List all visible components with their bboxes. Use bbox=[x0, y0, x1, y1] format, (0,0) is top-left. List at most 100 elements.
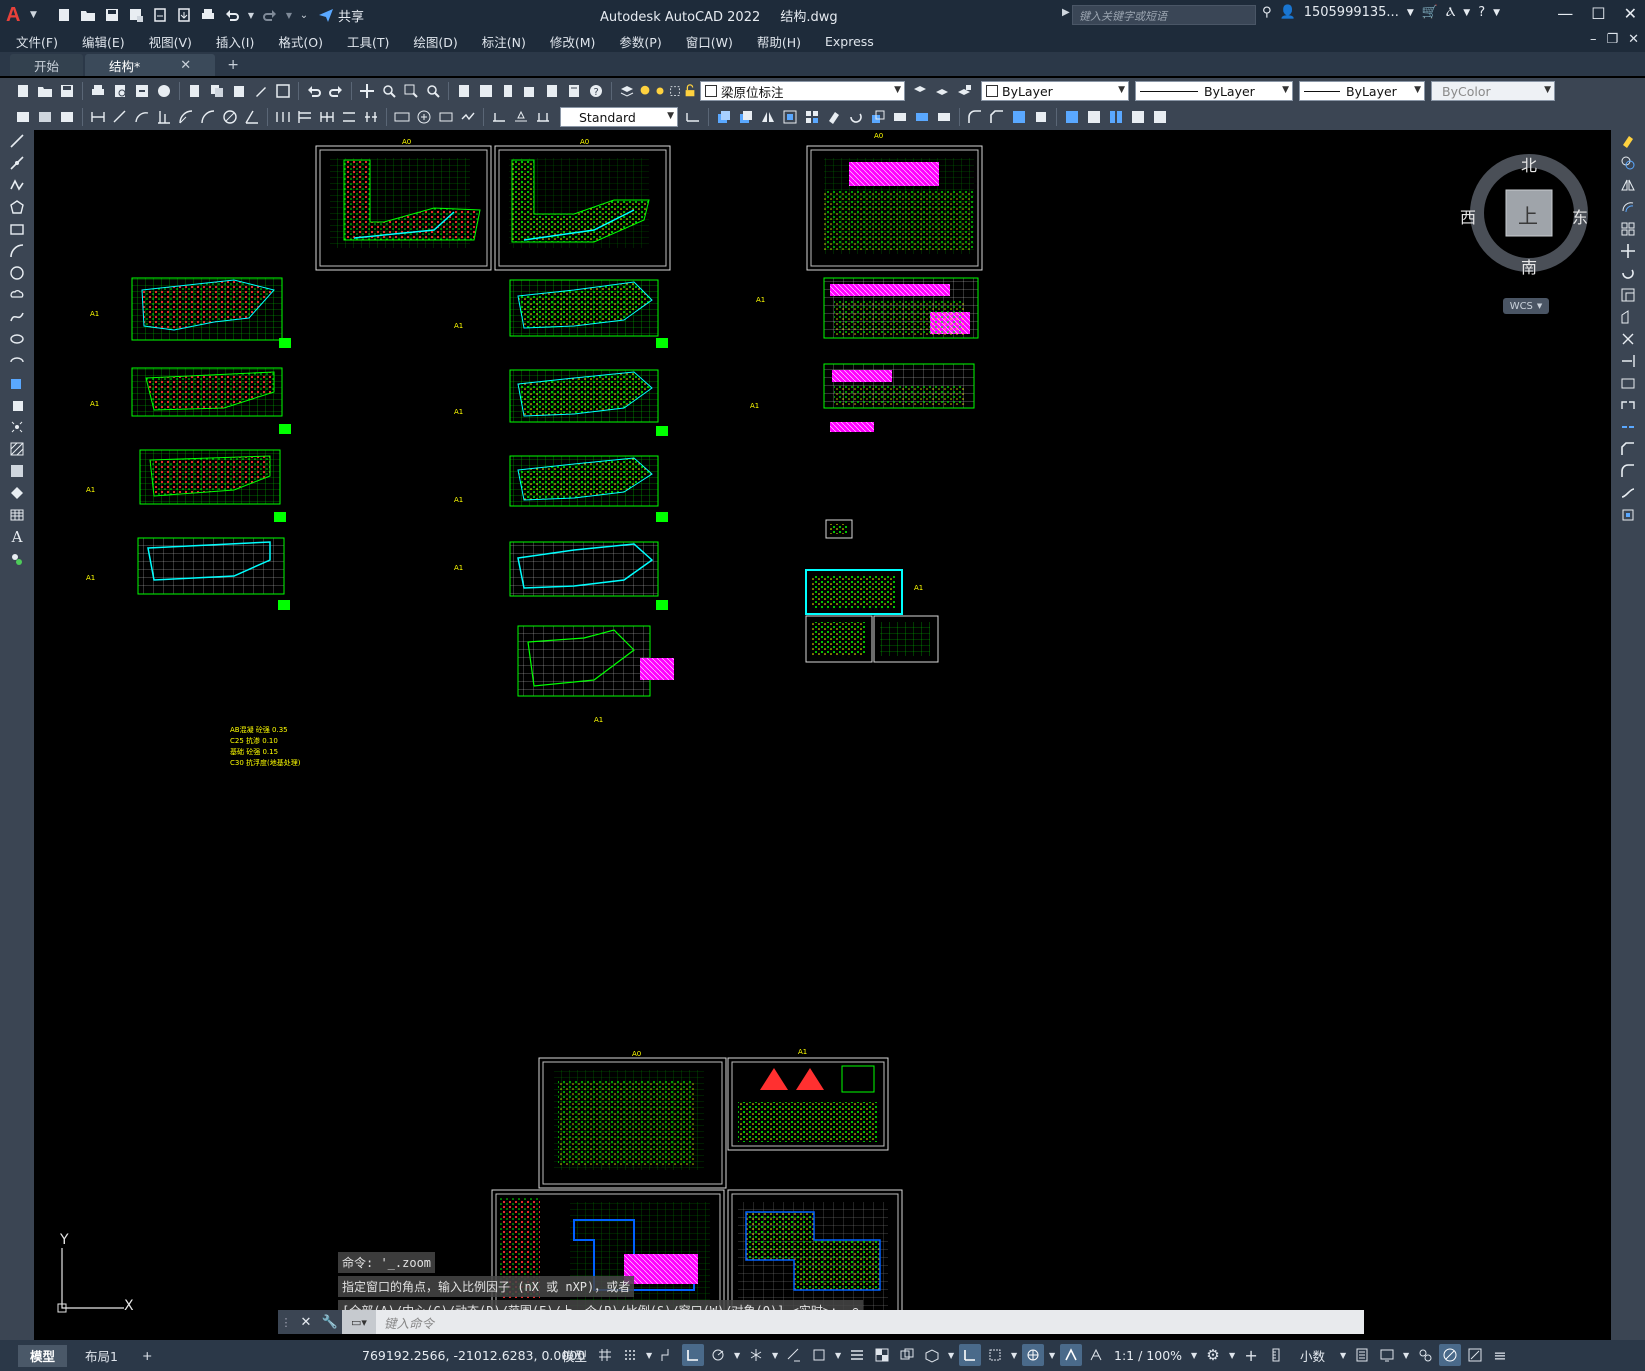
hatch-icon[interactable] bbox=[0, 438, 34, 460]
gizmo-icon[interactable] bbox=[1022, 1344, 1045, 1366]
dimension-text-edit-icon[interactable] bbox=[510, 107, 531, 127]
copy-object-icon[interactable] bbox=[735, 107, 756, 127]
break-icon[interactable] bbox=[1611, 394, 1645, 416]
object-snap-icon[interactable] bbox=[808, 1344, 830, 1366]
autodesk-app-icon[interactable]: Ⲁ bbox=[1446, 5, 1455, 20]
quick-dimension-icon[interactable] bbox=[272, 107, 293, 127]
zoom-realtime-icon[interactable] bbox=[378, 81, 399, 101]
open-file-icon[interactable] bbox=[78, 6, 98, 24]
text-style-icon[interactable] bbox=[56, 107, 77, 127]
extend-icon[interactable] bbox=[1611, 350, 1645, 372]
zoom-previous-icon[interactable] bbox=[422, 81, 443, 101]
command-line-grip-icon[interactable]: ⋮ bbox=[278, 1310, 294, 1334]
rectangle-icon[interactable] bbox=[0, 218, 34, 240]
dimension-break-icon[interactable] bbox=[360, 107, 381, 127]
trim-icon[interactable] bbox=[1611, 328, 1645, 350]
scale-icon[interactable] bbox=[867, 107, 888, 127]
tab-start[interactable]: 开始 bbox=[10, 54, 84, 76]
layer-properties-icon[interactable] bbox=[616, 81, 637, 101]
help-icon[interactable]: ? bbox=[585, 81, 606, 101]
baseline-dimension-icon[interactable] bbox=[294, 107, 315, 127]
make-block-icon[interactable] bbox=[0, 394, 34, 416]
menu-help[interactable]: 帮助(H) bbox=[757, 32, 801, 51]
edit-text-icon[interactable] bbox=[12, 107, 33, 127]
close-command-line-icon[interactable]: ✕ bbox=[294, 1310, 318, 1334]
table-icon[interactable] bbox=[0, 504, 34, 526]
auto-scale-icon[interactable] bbox=[1085, 1344, 1107, 1366]
annotation-visibility-icon[interactable] bbox=[1060, 1344, 1083, 1366]
3d-print-icon[interactable] bbox=[153, 81, 174, 101]
block-editor-icon[interactable] bbox=[272, 81, 293, 101]
add-selected-icon[interactable] bbox=[0, 548, 34, 570]
break-at-point-icon[interactable] bbox=[1611, 372, 1645, 394]
viewcube-top-face[interactable]: 上 bbox=[1518, 200, 1538, 229]
offset-icon[interactable] bbox=[779, 107, 800, 127]
match-properties-icon[interactable] bbox=[250, 81, 271, 101]
layer-state-icon[interactable] bbox=[953, 81, 974, 101]
properties-icon[interactable] bbox=[453, 81, 474, 101]
menu-insert[interactable]: 插入(I) bbox=[216, 32, 254, 51]
help-search-input[interactable]: 键入关键字或短语 bbox=[1072, 5, 1256, 25]
doc-restore-icon[interactable]: ❐ bbox=[1606, 32, 1618, 47]
layer-lock-icon[interactable] bbox=[683, 81, 697, 101]
compass-north[interactable]: 北 bbox=[1521, 152, 1537, 176]
selection-cycling-icon[interactable] bbox=[896, 1344, 918, 1366]
polar-tracking-icon[interactable] bbox=[707, 1344, 729, 1366]
draw-line-icon[interactable] bbox=[0, 130, 34, 152]
undo-icon[interactable] bbox=[303, 81, 324, 101]
customize-qat-icon[interactable]: ⌄ bbox=[298, 6, 310, 24]
isolate-objects-icon[interactable] bbox=[1414, 1344, 1436, 1366]
dimension-style-dropdown[interactable]: Standard ▼ bbox=[560, 107, 678, 127]
extend-icon[interactable] bbox=[933, 107, 954, 127]
minimize-icon[interactable]: — bbox=[1557, 4, 1573, 23]
jogged-linear-icon[interactable] bbox=[457, 107, 478, 127]
array-icon[interactable] bbox=[801, 107, 822, 127]
quick-properties-icon[interactable] bbox=[1351, 1344, 1373, 1366]
jogged-dimension-icon[interactable] bbox=[197, 107, 218, 127]
menu-file[interactable]: 文件(F) bbox=[16, 32, 58, 51]
trim-icon[interactable] bbox=[911, 107, 932, 127]
color-dropdown[interactable]: ByLayer ▼ bbox=[981, 81, 1129, 101]
break-at-point-icon[interactable] bbox=[1105, 107, 1126, 127]
dimension-edit-tool-icon[interactable] bbox=[488, 107, 509, 127]
model-space-toggle[interactable]: 模型 bbox=[558, 1346, 591, 1365]
dimension-update-icon[interactable] bbox=[532, 107, 553, 127]
cart-icon[interactable]: 🛒 bbox=[1422, 5, 1438, 20]
layout-tab-model[interactable]: 模型 bbox=[18, 1344, 68, 1367]
gradient-icon[interactable] bbox=[0, 460, 34, 482]
save-icon[interactable] bbox=[56, 81, 77, 101]
3d-object-snap-icon[interactable] bbox=[921, 1344, 943, 1366]
fillet-icon[interactable] bbox=[1611, 460, 1645, 482]
ellipse-icon[interactable] bbox=[0, 328, 34, 350]
layer-on-icon[interactable] bbox=[638, 81, 652, 101]
close-icon[interactable]: ✕ bbox=[1624, 4, 1637, 23]
workspace-gear-icon[interactable]: ⚙ bbox=[1202, 1344, 1224, 1366]
menu-window[interactable]: 窗口(W) bbox=[686, 32, 733, 51]
scale-icon[interactable] bbox=[1611, 284, 1645, 306]
lineweight-icon[interactable] bbox=[846, 1344, 868, 1366]
annotation-scale-dropdown-icon[interactable]: ▼ bbox=[1189, 1344, 1199, 1366]
spline-icon[interactable] bbox=[0, 306, 34, 328]
annotation-monitor-icon[interactable]: + bbox=[1240, 1344, 1262, 1366]
erase-icon[interactable] bbox=[1611, 130, 1645, 152]
wcs-menu-button[interactable]: WCS ▼ bbox=[1503, 298, 1549, 314]
selection-filter-icon[interactable] bbox=[984, 1344, 1006, 1366]
object-snap-dropdown-icon[interactable]: ▼ bbox=[833, 1344, 843, 1366]
workspace-dropdown-icon[interactable]: ▼ bbox=[1227, 1344, 1237, 1366]
infer-constraints-icon[interactable] bbox=[657, 1344, 679, 1366]
polyline-icon[interactable] bbox=[0, 174, 34, 196]
copy-icon[interactable] bbox=[206, 81, 227, 101]
lock-ui-icon[interactable] bbox=[1376, 1344, 1398, 1366]
design-center-icon[interactable] bbox=[475, 81, 496, 101]
arc-icon[interactable] bbox=[0, 240, 34, 262]
continue-dimension-icon[interactable] bbox=[316, 107, 337, 127]
save-icon[interactable] bbox=[102, 6, 122, 24]
units-icon[interactable] bbox=[1265, 1344, 1287, 1366]
diameter-dimension-icon[interactable] bbox=[219, 107, 240, 127]
annotation-scale[interactable]: 1:1 / 100% bbox=[1110, 1348, 1186, 1363]
pan-icon[interactable] bbox=[356, 81, 377, 101]
zoom-window-icon[interactable] bbox=[400, 81, 421, 101]
user-name[interactable]: 1505999135... bbox=[1304, 5, 1399, 20]
user-icon[interactable]: 👤 bbox=[1280, 5, 1296, 20]
help-icon[interactable]: ? bbox=[1478, 5, 1485, 20]
